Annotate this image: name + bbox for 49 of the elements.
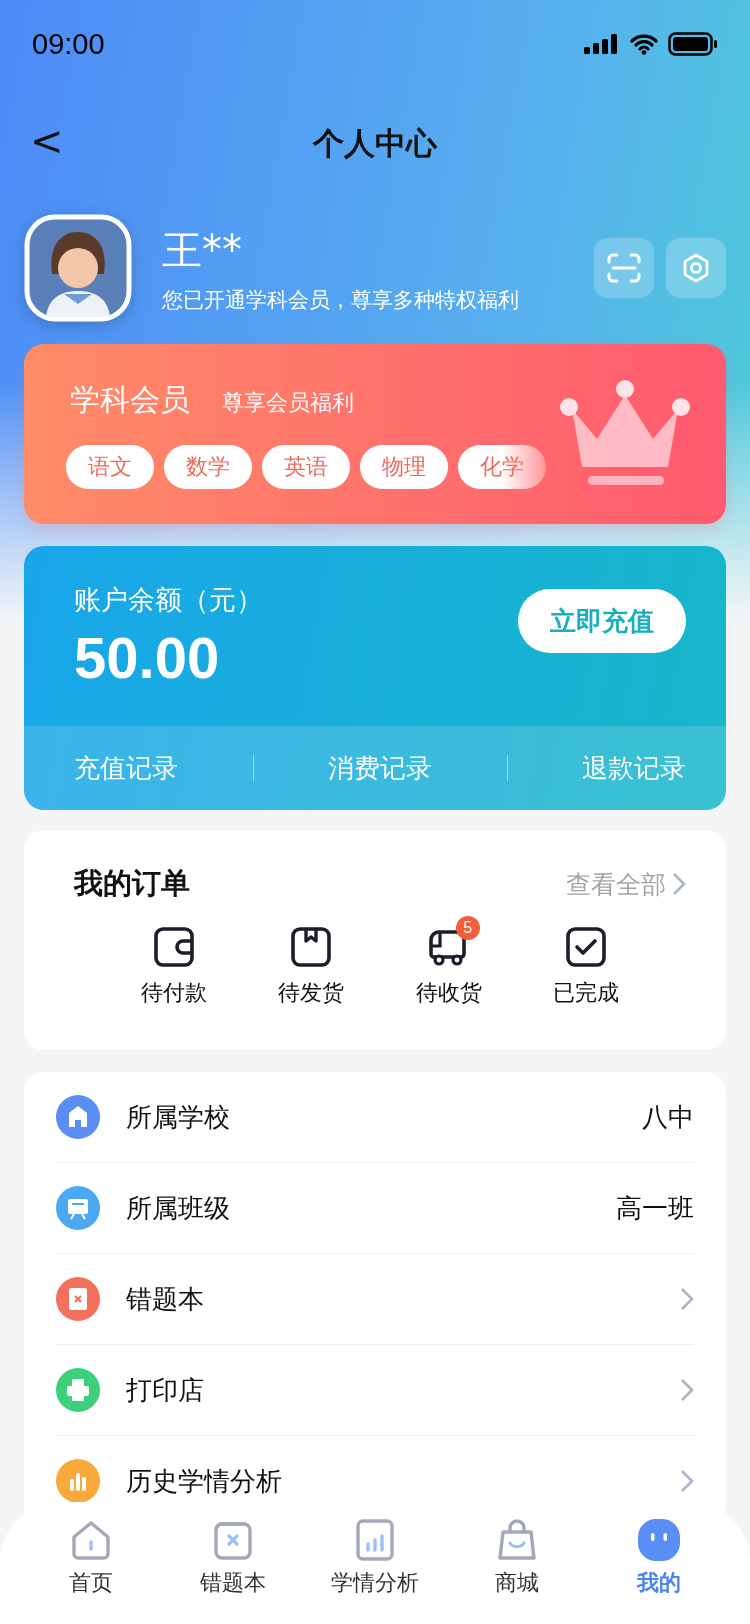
- checkbox-icon: [565, 926, 607, 968]
- count-badge: 5: [455, 916, 480, 940]
- scan-button[interactable]: [594, 238, 654, 298]
- profile-face-icon: [637, 1518, 681, 1562]
- home-icon: [69, 1518, 113, 1562]
- menu-label: 所属学校: [126, 1100, 231, 1134]
- membership-subtitle: 尊享会员福利: [222, 388, 354, 417]
- chevron-icon: [672, 872, 686, 896]
- membership-note: 您已开通学科会员，尊享多种特权福利: [162, 286, 519, 314]
- order-status-button[interactable]: 已完成: [531, 912, 641, 1008]
- order-status-button[interactable]: 待发货: [256, 912, 367, 1008]
- menu-value: 八中: [642, 1100, 694, 1134]
- box-icon: [290, 926, 333, 968]
- chevron-icon: [680, 1469, 694, 1493]
- balance-label: 账户余额（元）: [74, 582, 263, 617]
- menu-label: 历史学情分析: [126, 1464, 283, 1498]
- wallet-icon: [153, 926, 195, 968]
- subject-tag: 数学: [164, 444, 252, 489]
- battery-icon: [668, 32, 718, 56]
- menu-label: 打印店: [126, 1373, 205, 1407]
- settings-button[interactable]: [666, 238, 726, 298]
- subject-tag: 语文: [66, 444, 154, 489]
- menu-item[interactable]: 错题本: [56, 1254, 694, 1345]
- menu-item[interactable]: 所属学校 八中: [56, 1072, 694, 1163]
- menu-label: 错题本: [126, 1282, 205, 1316]
- status-time: 09:00: [32, 27, 105, 61]
- order-status-button[interactable]: 5 待收货: [393, 912, 504, 1008]
- order-status-button[interactable]: 待付款: [119, 912, 229, 1008]
- back-button[interactable]: <: [22, 118, 72, 164]
- chart-icon: [353, 1518, 397, 1562]
- user-name: 王**: [162, 225, 242, 275]
- menu-value: 高一班: [616, 1191, 694, 1225]
- scan-icon: [607, 253, 641, 283]
- menu-item[interactable]: 打印店: [56, 1345, 694, 1436]
- chevron-icon: [680, 1378, 694, 1402]
- chevron-icon: [680, 1287, 694, 1311]
- settings-icon: [681, 253, 711, 283]
- menu-item[interactable]: 所属班级 高一班: [56, 1163, 694, 1254]
- subject-tag: 物理: [360, 444, 448, 489]
- subject-tag: 化学: [458, 444, 546, 489]
- subject-tag: 英语: [262, 444, 350, 489]
- page-title: 个人中心: [313, 124, 437, 163]
- signal-icon: [584, 34, 620, 54]
- wifi-icon: [630, 33, 658, 55]
- bag-icon: [495, 1518, 539, 1562]
- balance-amount: 50.00: [74, 623, 221, 691]
- menu-label: 所属班级: [126, 1191, 231, 1225]
- orders-title: 我的订单: [74, 865, 190, 902]
- membership-title: 学科会员: [70, 380, 190, 419]
